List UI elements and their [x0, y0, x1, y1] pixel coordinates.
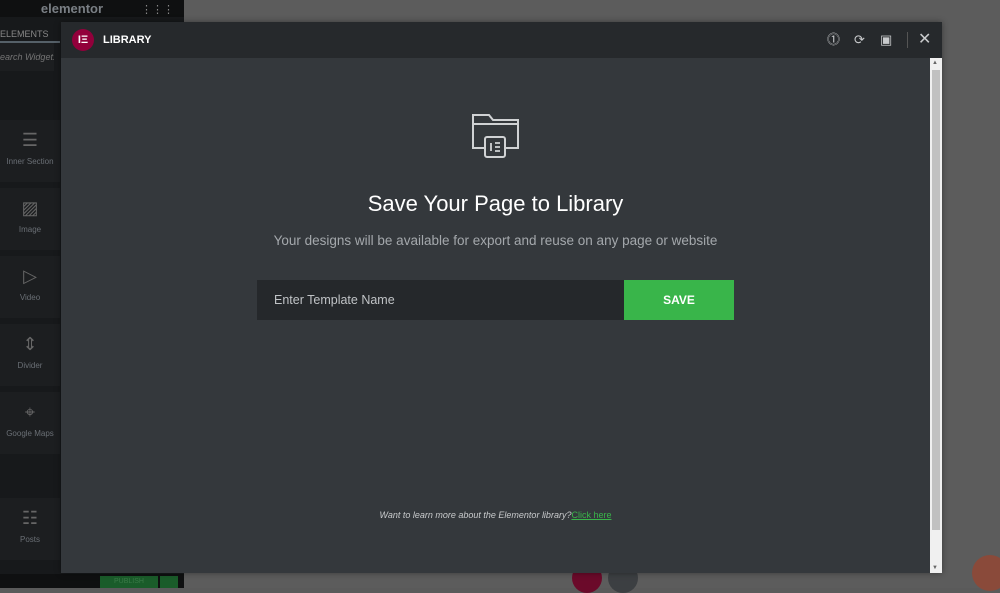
publish-button[interactable]: PUBLISH: [100, 576, 158, 588]
search-widget-input[interactable]: [0, 43, 54, 71]
sidebar-footer: PUBLISH: [0, 574, 184, 588]
modal-subheading: Your designs will be available for expor…: [273, 233, 718, 248]
map-icon: ⌖: [24, 402, 36, 422]
save-button[interactable]: SAVE: [624, 280, 734, 320]
widget-video[interactable]: ▷ Video: [0, 256, 60, 318]
elementor-logo: elementor: [40, 1, 104, 16]
widget-label: Divider: [17, 361, 43, 370]
library-modal: IΞ LIBRARY ⓵ ⟳ ▣ ✕ Save Your Page to Lib…: [61, 22, 942, 573]
modal-heading: Save Your Page to Library: [367, 191, 624, 216]
tab-elements[interactable]: ELEMENTS: [0, 17, 60, 43]
widget-label: Video: [19, 293, 41, 302]
image-icon: ▨: [21, 198, 39, 218]
scroll-down-icon[interactable]: ▼: [932, 565, 938, 571]
divider: [907, 32, 908, 48]
scrollbar-thumb[interactable]: [932, 70, 940, 530]
modal-title: LIBRARY: [103, 34, 152, 46]
scroll-top-button[interactable]: [972, 555, 1000, 591]
widget-label: Inner Section: [6, 157, 54, 166]
footer-text: Want to learn more about the Elementor l…: [379, 510, 572, 520]
video-icon: ▷: [23, 266, 37, 286]
scrollbar[interactable]: ▲ ▼: [930, 58, 942, 573]
posts-icon: ☷: [21, 508, 39, 528]
grid-menu-icon[interactable]: ⋮⋮⋮: [141, 3, 174, 16]
widget-inner-section[interactable]: ☰ Inner Section: [0, 120, 60, 182]
widget-label: Image: [18, 225, 42, 234]
elementor-logo-icon: IΞ: [72, 29, 94, 51]
click-here-link[interactable]: Click here: [571, 510, 611, 520]
modal-content: Save Your Page to Library Your designs w…: [61, 58, 930, 573]
widget-image[interactable]: ▨ Image: [0, 188, 60, 250]
modal-header: IΞ LIBRARY ⓵ ⟳ ▣ ✕: [61, 22, 942, 58]
folder-library-icon: [472, 114, 519, 158]
close-icon[interactable]: ✕: [918, 31, 931, 49]
scroll-up-icon[interactable]: ▲: [932, 60, 938, 66]
library-footer: Want to learn more about the Elementor l…: [61, 510, 930, 520]
template-name-input[interactable]: [257, 280, 624, 320]
widget-label: Google Maps: [6, 429, 54, 438]
save-icon[interactable]: ▣: [880, 31, 892, 49]
import-icon[interactable]: ⓵: [827, 31, 840, 49]
inner-section-icon: ☰: [21, 130, 39, 150]
sync-icon[interactable]: ⟳: [854, 31, 865, 49]
widget-posts[interactable]: ☷ Posts: [0, 498, 60, 560]
divider-icon: ⇕: [22, 334, 38, 354]
widget-divider[interactable]: ⇕ Divider: [0, 324, 60, 386]
save-template-form: SAVE: [257, 280, 734, 320]
widget-label: Posts: [19, 535, 40, 544]
publish-options-button[interactable]: [160, 576, 178, 588]
widget-google-maps[interactable]: ⌖ Google Maps: [0, 392, 60, 454]
